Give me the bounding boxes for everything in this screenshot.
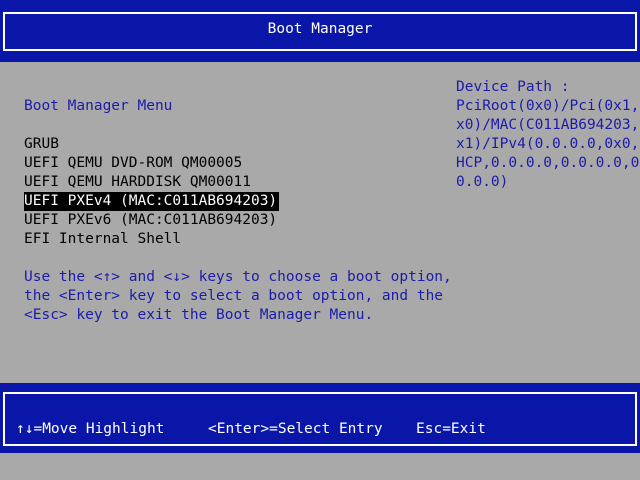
boot-option-efi-shell[interactable]: EFI Internal Shell: [24, 230, 181, 249]
page-title: Boot Manager: [267, 21, 373, 37]
menu-title: Boot Manager Menu: [24, 98, 173, 114]
help-line: Use the <↑> and <↓> keys to choose a boo…: [24, 269, 452, 285]
device-path-line: PciRoot(0x0)/Pci(0x1,0: [456, 98, 640, 114]
device-path-panel: Device Path : PciRoot(0x0)/Pci(0x1,0 x0)/M…: [456, 78, 640, 192]
boot-option-harddisk[interactable]: UEFI QEMU HARDDISK QM00011: [24, 173, 251, 192]
boot-option-dvd-rom[interactable]: UEFI QEMU DVD-ROM QM00005: [24, 154, 242, 173]
hint-exit: Esc=Exit: [416, 421, 486, 437]
device-path-line: x1)/IPv4(0.0.0.0,0x0,D: [456, 136, 640, 152]
help-text: Use the <↑> and <↓> keys to choose a boo…: [24, 268, 452, 325]
device-path-line: 0.0.0): [456, 174, 509, 190]
device-path-label: Device Path :: [456, 79, 570, 95]
boot-option-pxev6[interactable]: UEFI PXEv6 (MAC:C011AB694203): [24, 211, 277, 230]
boot-option-grub[interactable]: GRUB: [24, 135, 59, 154]
help-line: <Esc> key to exit the Boot Manager Menu.: [24, 307, 374, 323]
device-path-line: HCP,0.0.0.0,0.0.0.0,0.: [456, 155, 640, 171]
boot-option-pxev4[interactable]: UEFI PXEv4 (MAC:C011AB694203): [24, 192, 280, 211]
hint-select-entry: <Enter>=Select Entry: [208, 421, 383, 437]
boot-manager-screen: Boot Manager Boot Manager Menu GRUB UEFI…: [0, 0, 640, 480]
device-path-line: x0)/MAC(C011AB694203,0: [456, 117, 640, 133]
help-line: the <Enter> key to select a boot option,…: [24, 288, 444, 304]
hint-move-highlight: ↑↓=Move Highlight: [16, 421, 165, 437]
